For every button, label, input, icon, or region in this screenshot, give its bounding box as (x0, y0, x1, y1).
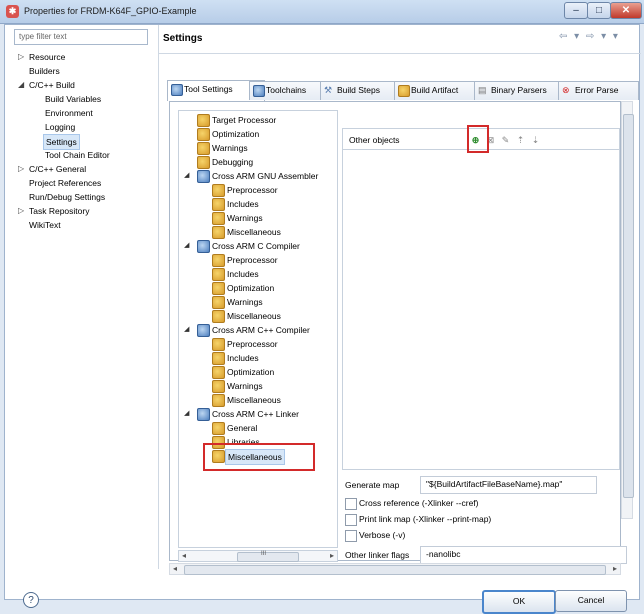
settings-tabs: Tool Settings Toolchains ⚒ Build Steps Bu… (167, 80, 639, 101)
pane-splitter[interactable] (158, 25, 159, 569)
option-gear-icon (197, 156, 210, 169)
option-gear-icon (212, 184, 225, 197)
print-link-map-checkbox[interactable] (345, 514, 357, 526)
option-gear-icon (197, 114, 210, 127)
expand-arrow-icon[interactable]: ▷ (18, 204, 24, 218)
scroll-left-icon[interactable]: ◂ (182, 551, 186, 560)
horizontal-scrollbar[interactable]: ◂ ▸ (169, 563, 621, 575)
history-nav-icons[interactable]: ⇦ ▾ ⇨ ▾ ▾ (559, 31, 620, 42)
verbose-label: Verbose (-v) (359, 530, 406, 540)
tool-icon (197, 170, 210, 183)
scroll-thumb[interactable] (623, 114, 634, 498)
filter-input[interactable]: type filter text (14, 29, 148, 45)
print-link-map-label: Print link map (-Xlinker --print-map) (359, 514, 492, 524)
option-gear-icon (212, 226, 225, 239)
verbose-checkbox[interactable] (345, 530, 357, 542)
scroll-right-icon[interactable]: ▸ (330, 551, 334, 560)
option-gear-icon (212, 268, 225, 281)
collapse-arrow-icon[interactable]: ◢ (18, 78, 24, 92)
highlight-box (467, 125, 489, 153)
properties-nav-tree: ▷ Resource Builders ◢ C/C++ Build Build Va… (18, 50, 110, 230)
app-icon: ✱ (6, 5, 19, 18)
title-bar[interactable]: ✱ Properties for FRDM-K64F_GPIO-Example … (0, 0, 644, 24)
other-linker-flags-label: Other linker flags (345, 550, 410, 560)
help-icon[interactable]: ? (23, 592, 39, 608)
tool-icon (197, 240, 210, 253)
tool-icon (197, 408, 210, 421)
collapse-arrow-icon[interactable]: ◢ (184, 239, 189, 253)
option-gear-icon (212, 296, 225, 309)
edit-icon[interactable]: ✎ (500, 134, 511, 146)
collapse-arrow-icon[interactable]: ◢ (184, 407, 189, 421)
tab-error-parsers[interactable]: ⊗ Error Parse (558, 81, 639, 100)
collapse-arrow-icon[interactable]: ◢ (184, 323, 189, 337)
other-objects-label: Other objects (349, 135, 400, 145)
tool-settings-tree: Target Processor Optimization Warnings D… (178, 110, 338, 548)
error-parsers-icon: ⊗ (562, 85, 570, 95)
ok-button[interactable]: OK (482, 590, 556, 614)
build-steps-icon: ⚒ (324, 85, 333, 95)
option-gear-icon (197, 142, 210, 155)
generate-map-field[interactable]: "${BuildArtifactFileBaseName}.map" (420, 476, 597, 494)
cancel-button[interactable]: Cancel (555, 590, 627, 612)
option-gear-icon (212, 212, 225, 225)
dialog-body: type filter text ▷ Resource Builders ◢ C/C… (4, 24, 641, 614)
window-title: Properties for FRDM-K64F_GPIO-Example (24, 6, 197, 16)
tool-settings-icon (171, 84, 183, 96)
option-gear-icon (212, 394, 225, 407)
other-objects-list[interactable] (342, 128, 620, 470)
move-down-icon[interactable]: ⇣ (530, 134, 541, 146)
tool-settings-panel: Target Processor Optimization Warnings D… (169, 101, 627, 564)
toolchains-icon (253, 85, 265, 97)
cross-reference-label: Cross reference (-Xlinker --cref) (359, 498, 479, 508)
option-gear-icon (212, 352, 225, 365)
other-linker-flags-field[interactable]: -nanolibc (420, 546, 627, 564)
option-gear-icon (212, 366, 225, 379)
option-gear-icon (212, 254, 225, 267)
scroll-thumb[interactable] (237, 552, 299, 562)
maximize-button[interactable]: □ (587, 2, 611, 19)
scroll-right-icon[interactable]: ▸ (613, 564, 617, 573)
highlight-box (203, 443, 315, 471)
option-gear-icon (212, 338, 225, 351)
cross-reference-checkbox[interactable] (345, 498, 357, 510)
option-gear-icon (212, 310, 225, 323)
option-gear-icon (197, 128, 210, 141)
minimize-button[interactable]: – (564, 2, 588, 19)
expand-arrow-icon[interactable]: ▷ (18, 50, 24, 64)
scroll-left-icon[interactable]: ◂ (173, 564, 177, 573)
option-gear-icon (212, 282, 225, 295)
generate-map-label: Generate map (345, 480, 400, 490)
page-title: Settings (163, 33, 203, 44)
option-gear-icon (212, 380, 225, 393)
vertical-scrollbar[interactable] (621, 101, 634, 519)
move-up-icon[interactable]: ⇡ (515, 134, 526, 146)
binary-parsers-icon: ▤ (478, 85, 487, 95)
build-artifact-icon (398, 85, 410, 97)
collapse-arrow-icon[interactable]: ◢ (184, 169, 189, 183)
option-gear-icon (212, 198, 225, 211)
header-divider (159, 53, 641, 54)
tool-icon (197, 324, 210, 337)
expand-arrow-icon[interactable]: ▷ (18, 162, 24, 176)
close-button[interactable]: ✕ (610, 2, 642, 19)
tree-horizontal-scrollbar[interactable]: ◂ III ▸ (178, 550, 338, 562)
scroll-thumb[interactable] (184, 565, 606, 575)
option-gear-icon (212, 422, 225, 435)
